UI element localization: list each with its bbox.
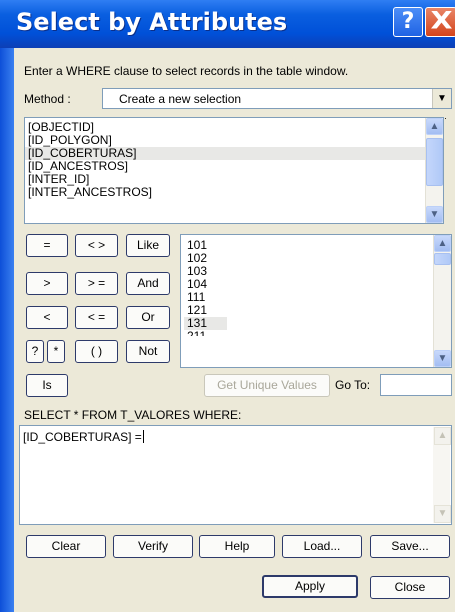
- goto-input[interactable]: [380, 374, 452, 396]
- question-mark-icon: ?: [401, 9, 415, 34]
- list-item[interactable]: 211: [184, 330, 451, 336]
- close-title-button[interactable]: X: [425, 7, 455, 37]
- scroll-thumb[interactable]: [434, 253, 451, 265]
- fields-items: [OBJECTID] [ID_POLYGON] [ID_COBERTURAS] …: [25, 118, 443, 199]
- load-button[interactable]: Load...: [282, 535, 362, 558]
- title-bar: Select by Attributes ? X: [0, 0, 455, 48]
- goto-label: Go To:: [335, 378, 371, 392]
- instruction-text: Enter a WHERE clause to select records i…: [24, 64, 349, 78]
- scroll-down-icon[interactable]: ▼: [434, 350, 451, 367]
- list-item[interactable]: 104: [184, 278, 451, 291]
- multi-char-wildcard-button[interactable]: *: [47, 340, 65, 363]
- parentheses-button[interactable]: ( ): [75, 340, 118, 363]
- method-select[interactable]: Create a new selection ▼: [102, 88, 452, 109]
- list-item[interactable]: 103: [184, 265, 451, 278]
- help-title-button[interactable]: ?: [393, 7, 423, 37]
- values-items: 101 102 103 104 111 121 131 211: [181, 235, 451, 336]
- list-item[interactable]: 102: [184, 252, 451, 265]
- scroll-down-icon[interactable]: ▼: [426, 206, 443, 223]
- scroll-up-icon[interactable]: ▲: [434, 427, 451, 445]
- chevron-down-icon[interactable]: ▼: [432, 89, 451, 108]
- like-button[interactable]: Like: [126, 234, 170, 257]
- clear-button[interactable]: Clear: [26, 535, 106, 558]
- text-caret: [142, 430, 144, 443]
- not-button[interactable]: Not: [126, 340, 170, 363]
- list-item[interactable]: 101: [184, 239, 451, 252]
- equals-button[interactable]: =: [26, 234, 68, 257]
- scroll-up-icon[interactable]: ▲: [434, 235, 451, 252]
- method-selected-value: Create a new selection: [119, 92, 242, 106]
- is-button[interactable]: Is: [26, 374, 68, 397]
- fields-scrollbar[interactable]: ▲ ▼: [425, 118, 443, 223]
- window-left-edge: [0, 48, 14, 612]
- greater-than-button[interactable]: >: [26, 272, 68, 295]
- single-char-wildcard-button[interactable]: ?: [26, 340, 44, 363]
- or-button[interactable]: Or: [126, 306, 170, 329]
- expression-scrollbar[interactable]: ▲ ▼: [433, 427, 451, 523]
- fields-list[interactable]: [OBJECTID] [ID_POLYGON] [ID_COBERTURAS] …: [24, 117, 444, 224]
- method-label: Method :: [24, 92, 71, 106]
- list-item[interactable]: [INTER_ANCESTROS]: [25, 186, 443, 199]
- close-icon: X: [429, 7, 453, 36]
- close-button[interactable]: Close: [370, 576, 450, 599]
- list-item[interactable]: 111: [184, 291, 451, 304]
- window-title: Select by Attributes: [16, 8, 288, 36]
- verify-button[interactable]: Verify: [113, 535, 193, 558]
- expression-text: [ID_COBERTURAS] =: [23, 430, 144, 444]
- help-button[interactable]: Help: [199, 535, 275, 558]
- values-list[interactable]: 101 102 103 104 111 121 131 211 ▲ ▼: [180, 234, 452, 368]
- values-scrollbar[interactable]: ▲ ▼: [433, 235, 451, 367]
- scroll-down-icon[interactable]: ▼: [434, 505, 451, 523]
- scroll-up-icon[interactable]: ▲: [426, 118, 443, 135]
- sql-prefix-label: SELECT * FROM T_VALORES WHERE:: [24, 408, 242, 422]
- scroll-thumb[interactable]: [426, 138, 443, 186]
- less-equal-button[interactable]: < =: [75, 306, 118, 329]
- save-button[interactable]: Save...: [370, 535, 450, 558]
- not-equal-button[interactable]: < >: [75, 234, 118, 257]
- and-button[interactable]: And: [126, 272, 170, 295]
- greater-equal-button[interactable]: > =: [75, 272, 118, 295]
- list-item[interactable]: 131: [184, 317, 227, 330]
- expression-textarea[interactable]: [ID_COBERTURAS] = ▲ ▼: [19, 425, 452, 525]
- get-unique-values-button[interactable]: Get Unique Values: [204, 374, 330, 397]
- apply-button[interactable]: Apply: [262, 575, 358, 598]
- list-item[interactable]: 121: [184, 304, 451, 317]
- less-than-button[interactable]: <: [26, 306, 68, 329]
- resize-grip-icon[interactable]: ·: [444, 114, 447, 123]
